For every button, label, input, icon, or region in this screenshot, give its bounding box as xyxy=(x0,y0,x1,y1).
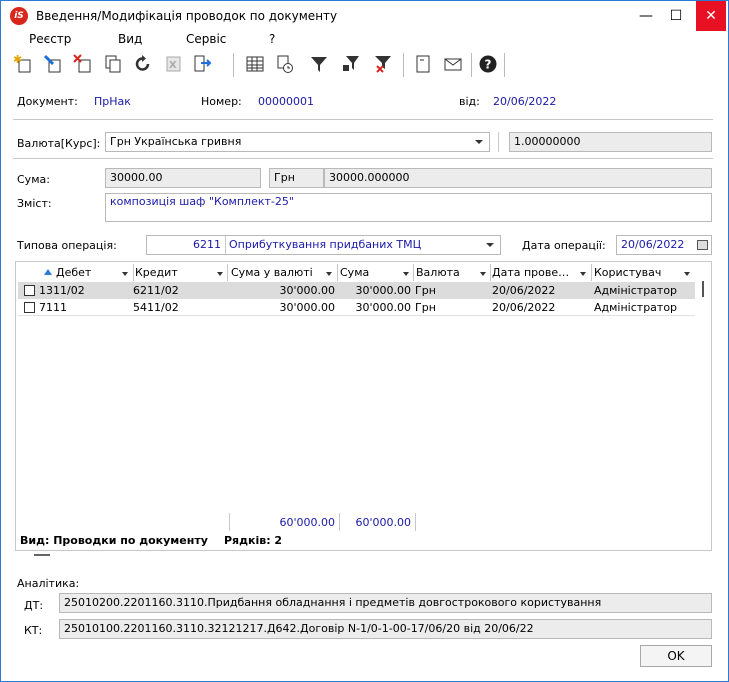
refresh-icon[interactable] xyxy=(131,52,155,76)
chevron-down-icon xyxy=(684,272,690,276)
excel-icon[interactable]: X xyxy=(161,52,185,76)
chevron-down-icon xyxy=(580,272,586,276)
copy-icon[interactable] xyxy=(101,52,125,76)
ok-button[interactable]: OK xyxy=(640,645,712,667)
grid-row-count: Рядків: 2 xyxy=(224,534,283,547)
help-icon[interactable]: ? xyxy=(476,52,500,76)
chevron-down-icon xyxy=(122,272,128,276)
operation-name: Оприбуткування придбаних ТМЦ xyxy=(229,238,422,251)
number-value: 00000001 xyxy=(258,95,314,108)
menu-bar: Реєстр Вид Сервіс ? xyxy=(1,31,728,49)
column-sum-currency[interactable]: Сума у валюті xyxy=(229,264,336,281)
divider xyxy=(13,158,713,159)
sum-converted-field: 30000.000000 xyxy=(324,168,712,188)
menu-service[interactable]: Сервіс xyxy=(186,32,226,46)
currency-label: Валюта[Курс]: xyxy=(17,137,101,150)
sum-label: Сума: xyxy=(17,173,50,186)
sum-currency-field: Грн xyxy=(269,168,324,188)
date-value: 20/06/2022 xyxy=(493,95,557,108)
splitter-handle[interactable] xyxy=(34,554,50,556)
filter-icon[interactable] xyxy=(307,52,331,76)
table-row[interactable]: 1311/02 6211/02 30'000.00 30'000.00 Грн … xyxy=(18,282,695,299)
svg-text:?: ? xyxy=(485,58,492,72)
kt-field: 25010100.2201160.3110.32121217.Д642.Дого… xyxy=(59,619,712,639)
chevron-down-icon xyxy=(480,272,486,276)
menu-registry[interactable]: Реєстр xyxy=(29,32,71,46)
dt-field: 25010200.2201160.3110.Придбання обладнан… xyxy=(59,593,712,613)
column-posting-date[interactable]: Дата прове… xyxy=(492,264,590,281)
mail-icon[interactable] xyxy=(441,52,465,76)
operation-label: Типова операція: xyxy=(17,239,117,252)
history-icon[interactable] xyxy=(273,52,297,76)
grid-view-name: Вид: Проводки по документу xyxy=(20,534,208,547)
operation-select[interactable]: 6211 Оприбуткування придбаних ТМЦ xyxy=(146,235,501,255)
menu-view[interactable]: Вид xyxy=(118,32,142,46)
document-label: Документ: xyxy=(17,95,78,108)
delete-icon[interactable] xyxy=(71,52,95,76)
column-sum[interactable]: Сума xyxy=(339,264,412,281)
total-sum-currency: 60'000.00 xyxy=(279,516,335,529)
chevron-down-icon xyxy=(403,272,409,276)
chevron-down-icon xyxy=(217,272,223,276)
filter-set-icon[interactable] xyxy=(339,52,363,76)
chevron-down-icon xyxy=(326,272,332,276)
column-credit[interactable]: Кредит xyxy=(135,264,227,281)
dialog-window: iS Введення/Модифікація проводок по доку… xyxy=(0,0,729,682)
number-label: Номер: xyxy=(201,95,242,108)
chevron-down-icon xyxy=(486,243,494,247)
operation-date-input[interactable]: 20/06/2022 xyxy=(616,235,712,255)
window-title: Введення/Модифікація проводок по докумен… xyxy=(36,9,338,23)
svg-text:X: X xyxy=(169,60,177,71)
menu-help[interactable]: ? xyxy=(269,32,275,46)
column-currency[interactable]: Валюта xyxy=(415,264,489,281)
calendar-icon[interactable] xyxy=(697,240,708,250)
date-label: від: xyxy=(459,95,480,108)
edit-icon[interactable] xyxy=(41,52,65,76)
content-label: Зміст: xyxy=(17,197,52,210)
divider xyxy=(13,119,713,120)
currency-value: Грн Українська гривня xyxy=(110,135,242,148)
maximize-button[interactable]: ☐ xyxy=(660,1,692,31)
document-icon[interactable] xyxy=(411,52,435,76)
svg-text:✱: ✱ xyxy=(13,54,22,66)
table-row[interactable]: 7111 5411/02 30'000.00 30'000.00 Грн 20/… xyxy=(18,299,695,316)
table-icon[interactable] xyxy=(243,52,267,76)
operation-date-label: Дата операції: xyxy=(522,239,606,252)
close-button[interactable]: ✕ xyxy=(696,1,726,31)
chevron-down-icon xyxy=(475,140,483,144)
operation-date-value: 20/06/2022 xyxy=(621,238,685,251)
document-value: ПрНак xyxy=(94,95,131,108)
column-debit[interactable]: Дебет xyxy=(40,264,132,281)
title-bar: iS Введення/Модифікація проводок по доку… xyxy=(1,1,728,31)
content-textarea[interactable]: композиція шаф "Комплект-25" xyxy=(105,193,712,222)
total-sum: 60'000.00 xyxy=(355,516,411,529)
rate-field: 1.00000000 xyxy=(509,132,712,152)
sum-field: 30000.00 xyxy=(105,168,261,188)
currency-select[interactable]: Грн Українська гривня xyxy=(105,132,490,152)
column-user[interactable]: Користувач xyxy=(594,264,694,281)
minimize-button[interactable]: — xyxy=(630,1,662,31)
new-icon[interactable]: ✱ xyxy=(11,52,35,76)
kt-label: КТ: xyxy=(24,624,43,637)
scrollbar-thumb[interactable] xyxy=(702,281,704,297)
row-checkbox[interactable] xyxy=(24,285,35,296)
export-icon[interactable] xyxy=(191,52,215,76)
toolbar: ✱ X ? xyxy=(1,49,728,79)
operation-code: 6211 xyxy=(193,238,221,251)
entries-grid: Дебет Кредит Сума у валюті Сума Валюта Д… xyxy=(15,261,712,551)
sort-asc-icon xyxy=(44,269,52,275)
app-logo-icon: iS xyxy=(10,7,28,25)
analytics-label: Аналітика: xyxy=(17,577,80,590)
row-checkbox[interactable] xyxy=(24,302,35,313)
dt-label: ДТ: xyxy=(24,599,44,612)
filter-clear-icon[interactable] xyxy=(371,52,395,76)
